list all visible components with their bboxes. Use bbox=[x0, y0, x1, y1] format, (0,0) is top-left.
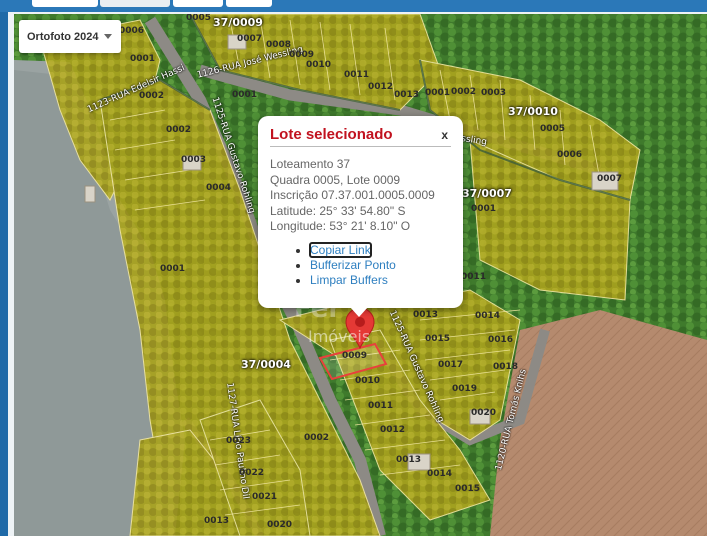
lot-label: 0011 bbox=[368, 401, 394, 411]
block-label: 37/0009 bbox=[213, 16, 263, 29]
lot-label: 0004 bbox=[206, 183, 232, 193]
lot-label: 0007 bbox=[237, 34, 263, 44]
info-latitude: Latitude: 25° 33' 54.80" S bbox=[270, 203, 406, 218]
lot-label: 0017 bbox=[438, 360, 464, 370]
lot-label: 0014 bbox=[427, 469, 453, 479]
action-item: Copiar Link bbox=[309, 241, 451, 258]
info-loteamento: Loteamento 37 bbox=[270, 157, 351, 171]
close-button[interactable]: x bbox=[441, 128, 448, 142]
lot-label: 0015 bbox=[455, 484, 481, 494]
lot-label: 0022 bbox=[239, 468, 265, 478]
lot-label: 0005 bbox=[540, 124, 566, 134]
lot-label: 0014 bbox=[475, 311, 501, 321]
layer-select-label: Ortofoto 2024 bbox=[27, 30, 99, 43]
lot-label: 0001 bbox=[471, 204, 497, 214]
popup-actions: Copiar Link Bufferizar Ponto Limpar Buff… bbox=[270, 241, 451, 288]
lot-label: 0007 bbox=[597, 174, 623, 184]
lot-label: 0015 bbox=[425, 334, 451, 344]
info-quadra-lote: Quadra 0005, Lote 0009 bbox=[270, 172, 401, 187]
lot-label: 0013 bbox=[204, 516, 230, 526]
lot-label: 0006 bbox=[557, 150, 583, 160]
info-inscricao: Inscrição 07.37.001.0005.0009 bbox=[270, 188, 435, 202]
lot-info: Loteamento 37 Quadra 0005, Lote 0009 Ins… bbox=[270, 157, 451, 235]
lot-label: 0020 bbox=[267, 520, 293, 530]
lot-label: 0001 bbox=[130, 54, 156, 64]
top-toolbar bbox=[0, 0, 707, 12]
block-label: 37/0010 bbox=[508, 105, 558, 118]
clear-buffers-link[interactable]: Limpar Buffers bbox=[310, 273, 388, 287]
block-label: 37/0007 bbox=[462, 187, 512, 200]
lot-label: 0023 bbox=[226, 436, 252, 446]
lot-label: 0019 bbox=[452, 384, 478, 394]
lot-label: 0010 bbox=[355, 376, 381, 386]
action-item: Limpar Buffers bbox=[310, 273, 451, 288]
chevron-down-icon bbox=[104, 34, 112, 39]
layer-select[interactable]: Ortofoto 2024 bbox=[19, 20, 121, 53]
lot-label: 0012 bbox=[368, 82, 394, 92]
toolbar-button[interactable] bbox=[32, 0, 98, 7]
lot-label: 0003 bbox=[481, 88, 507, 98]
popup-tip bbox=[350, 307, 368, 317]
lot-label: 0013 bbox=[396, 455, 422, 465]
action-item: Bufferizar Ponto bbox=[310, 258, 451, 273]
toolbar-button[interactable] bbox=[100, 0, 170, 7]
lot-label: 0001 bbox=[425, 88, 451, 98]
lot-label: 0002 bbox=[451, 87, 477, 97]
lot-label: 0010 bbox=[306, 60, 332, 70]
lot-label: 0006 bbox=[119, 26, 145, 36]
buffer-point-link[interactable]: Bufferizar Ponto bbox=[310, 258, 396, 272]
lot-label: 0003 bbox=[181, 155, 207, 165]
lot-label: 0001 bbox=[160, 264, 186, 274]
lot-label: 0002 bbox=[304, 433, 330, 443]
lot-label: 0020 bbox=[471, 408, 497, 418]
lot-label: 0005 bbox=[186, 14, 212, 23]
lot-label: 0018 bbox=[493, 362, 519, 372]
toolbar-button[interactable] bbox=[173, 0, 223, 7]
lot-label: 0002 bbox=[166, 125, 192, 135]
lot-label: 0011 bbox=[344, 70, 370, 80]
lot-label: 0011 bbox=[461, 272, 487, 282]
toolbar-button[interactable] bbox=[226, 0, 272, 7]
lot-label: 0012 bbox=[380, 425, 406, 435]
watermark-subtitle: Imóveis bbox=[308, 327, 371, 346]
block-label: 37/0004 bbox=[241, 358, 291, 371]
lot-label: 0016 bbox=[488, 335, 514, 345]
lot-label: 0009 bbox=[289, 50, 315, 60]
lot-label: 0001 bbox=[232, 90, 258, 100]
lot-label: 0021 bbox=[252, 492, 278, 502]
lot-label: 0013 bbox=[413, 310, 439, 320]
info-longitude: Longitude: 53° 21' 8.10" O bbox=[270, 219, 411, 233]
lot-label: 0013 bbox=[394, 90, 420, 100]
lot-label: 0008 bbox=[266, 40, 292, 50]
copy-link-link[interactable]: Copiar Link bbox=[309, 241, 372, 258]
lot-label: 0002 bbox=[139, 91, 165, 101]
popup-title: Lote selecionado bbox=[270, 126, 451, 147]
lot-info-popup: Lote selecionado x Loteamento 37 Quadra … bbox=[258, 116, 463, 317]
lot-label: 0009 bbox=[342, 351, 368, 361]
